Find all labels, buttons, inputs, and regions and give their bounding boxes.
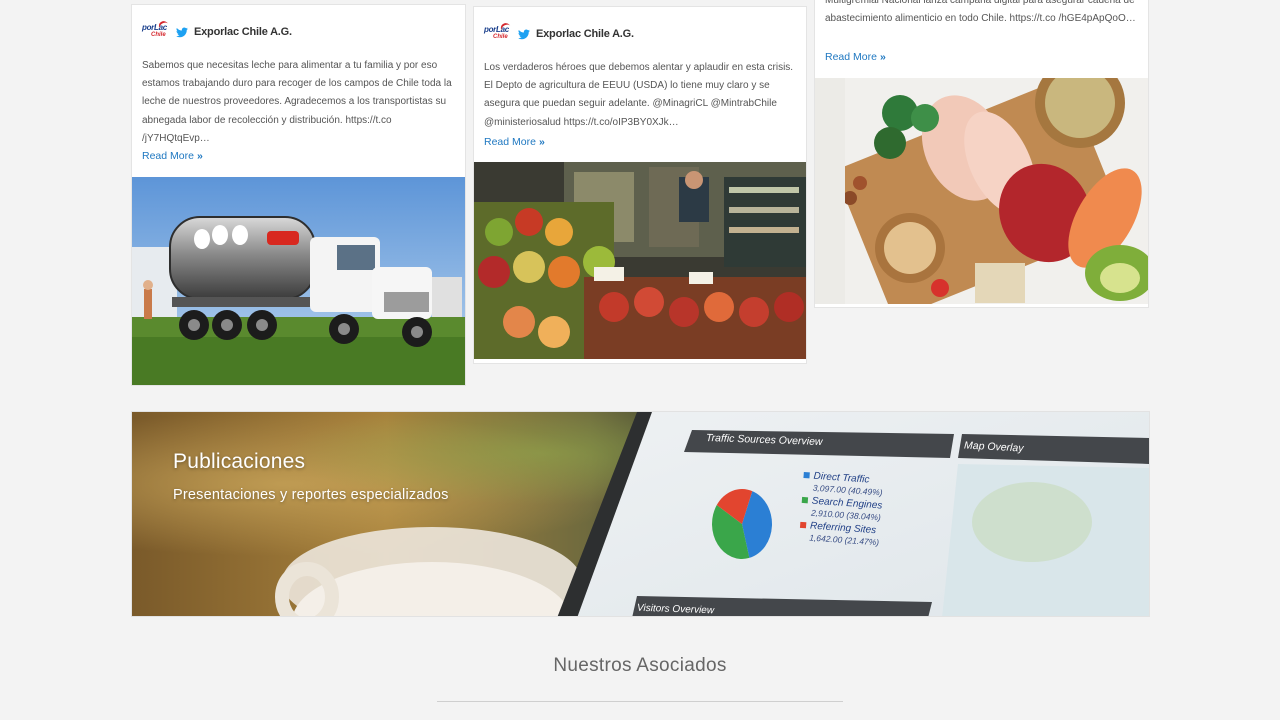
food-table-image[interactable] (815, 78, 1149, 304)
tweet-card-2: porLac Chile Exporlac Chile A.G. Los ver… (473, 6, 807, 364)
twitter-icon (176, 26, 188, 37)
double-chevron-right-icon: » (538, 136, 545, 148)
twitter-icon (518, 28, 530, 39)
double-chevron-right-icon: » (879, 51, 886, 63)
legend-item: Referring Sites 1,642.00 (21.47%) (799, 520, 881, 548)
tweet-header: porLac Chile Exporlac Chile A.G. (484, 21, 634, 45)
read-more-link[interactable]: Read More» (484, 136, 545, 148)
read-more-link[interactable]: Read More» (142, 150, 203, 162)
tweet-author[interactable]: Exporlac Chile A.G. (194, 26, 292, 38)
section-title: Nuestros Asociados (553, 655, 727, 676)
double-chevron-right-icon: » (196, 150, 203, 162)
banner-subtitle: Presentaciones y reportes especializados (173, 487, 449, 503)
exporlac-logo: porLac Chile (484, 21, 514, 45)
banner-pie-chart (712, 489, 772, 559)
tweet-text: Sabemos que necesitas leche para aliment… (142, 60, 452, 144)
tweet-header: porLac Chile Exporlac Chile A.G. (142, 19, 292, 43)
banner-legend: Direct Traffic 3,097.00 (40.49%) Search En… (799, 470, 885, 550)
legend-item: Direct Traffic 3,097.00 (40.49%) (802, 470, 884, 498)
tweet-card-3: Multigremial Nacional lanza campaña digi… (814, 0, 1149, 308)
publicaciones-banner[interactable]: Traffic Sources Overview Map Overlay Vis… (131, 411, 1150, 617)
legend-swatch (803, 471, 810, 479)
legend-swatch (799, 521, 807, 529)
read-more-link[interactable]: Read More» (825, 51, 886, 63)
tweet-text: Multigremial Nacional lanza campaña digi… (825, 0, 1136, 25)
legend-swatch (801, 496, 809, 504)
tweet-text: Los verdaderos héroes que debemos alenta… (484, 62, 794, 128)
legend-item: Search Engines 2,910.00 (38.04%) (801, 495, 883, 523)
tweet-card-1: porLac Chile Exporlac Chile A.G. Sabemos… (131, 4, 466, 386)
banner-title: Publicaciones (173, 450, 306, 473)
section-divider (437, 701, 843, 702)
exporlac-logo: porLac Chile (142, 19, 172, 43)
milk-tanker-truck-image[interactable] (132, 177, 466, 385)
produce-market-image[interactable] (474, 162, 807, 359)
tweet-author[interactable]: Exporlac Chile A.G. (536, 28, 634, 40)
